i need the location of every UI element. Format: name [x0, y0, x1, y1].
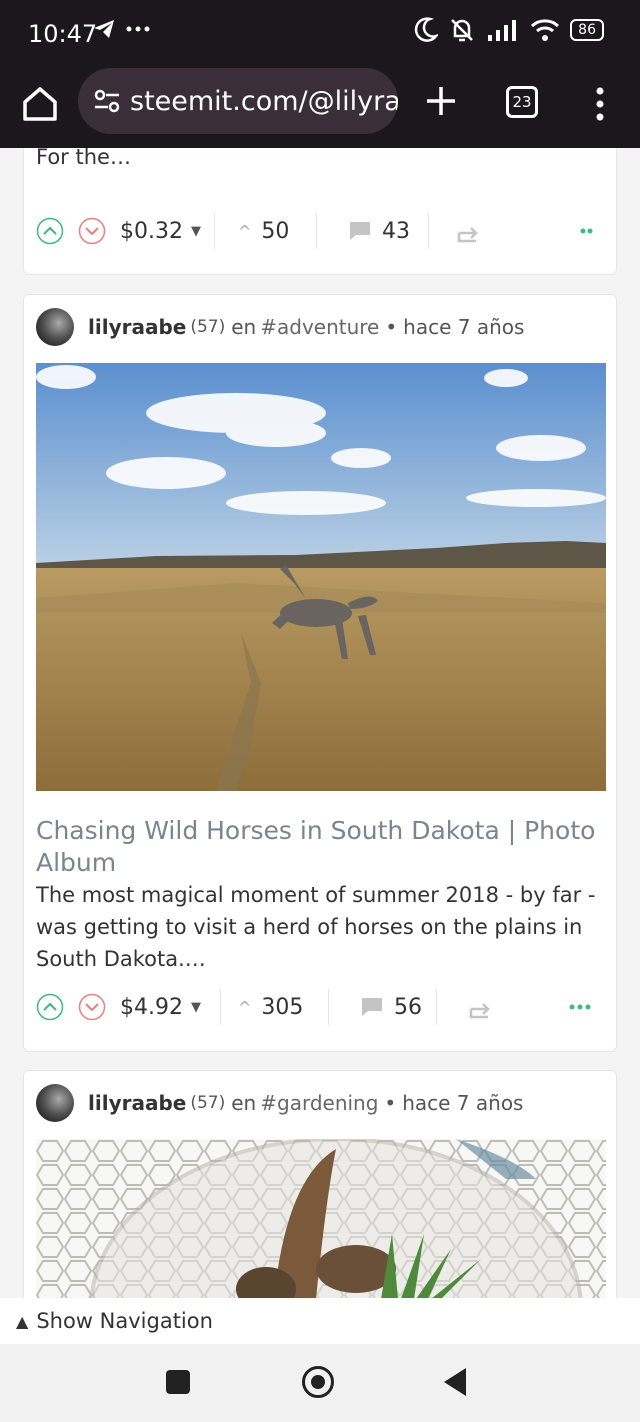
browser-toolbar: steemit.com/@lilyraab 23 — [0, 66, 640, 148]
downvote-icon[interactable] — [78, 987, 106, 1027]
post-excerpt[interactable]: The most magical moment of summer 2018 -… — [36, 879, 601, 975]
moon-icon — [415, 17, 439, 42]
post-author-line: lilyraabe (57) en #gardening • hace 7 añ… — [36, 1083, 523, 1123]
category-tag[interactable]: #gardening — [260, 1091, 378, 1115]
reblog-icon[interactable] — [468, 987, 492, 1027]
voters-button[interactable]: ^ 50 — [238, 211, 289, 251]
url-text[interactable]: steemit.com/@lilyraab — [130, 86, 398, 117]
downvote-icon[interactable] — [78, 211, 106, 251]
author-name[interactable]: lilyraabe — [88, 315, 186, 339]
post-title[interactable]: Chasing Wild Horses in South Dakota | Ph… — [36, 815, 596, 879]
separator-dot: • — [384, 1091, 397, 1115]
status-bar: 10:47 86 — [0, 0, 640, 66]
divider — [220, 989, 221, 1025]
post-author-line: lilyraabe (57) en #adventure • hace 7 añ… — [36, 307, 524, 347]
caret-up-icon: ^ — [238, 221, 252, 241]
triangle-up-icon: ▲ — [16, 1311, 29, 1331]
divider — [428, 213, 429, 249]
author-name[interactable]: lilyraabe — [88, 1091, 186, 1115]
post-feed: have been hearing about the U.S. midterm… — [0, 148, 640, 1298]
more-options-icon[interactable] — [578, 211, 596, 251]
site-settings-icon[interactable] — [92, 86, 122, 116]
new-tab-icon[interactable] — [422, 82, 460, 120]
mute-bell-icon — [451, 19, 474, 42]
home-button-icon[interactable] — [302, 1366, 334, 1398]
post-excerpt[interactable]: have been hearing about the U.S. midterm… — [36, 148, 601, 173]
more-dots-icon — [126, 26, 150, 32]
show-navigation-toggle[interactable]: ▲ Show Navigation — [0, 1298, 640, 1344]
signal-icon — [488, 20, 517, 41]
payout-dropdown[interactable]: $0.32 ▼ — [120, 211, 201, 251]
comment-icon — [350, 222, 370, 240]
avatar[interactable] — [36, 1084, 74, 1122]
upvote-icon[interactable] — [36, 987, 64, 1027]
post-age[interactable]: hace 7 años — [403, 315, 524, 339]
voters-button[interactable]: ^ 305 — [238, 987, 303, 1027]
tabs-icon[interactable]: 23 — [506, 86, 538, 118]
clock: 10:47 — [28, 20, 98, 48]
category-prefix: en — [231, 1091, 257, 1115]
recent-apps-icon[interactable] — [166, 1370, 190, 1394]
post-age[interactable]: hace 7 años — [402, 1091, 523, 1115]
payout-value: $4.92 — [120, 994, 183, 1020]
wifi-icon — [531, 19, 560, 41]
comment-icon — [362, 998, 382, 1016]
back-icon[interactable] — [444, 1368, 466, 1396]
post-actions: $4.92 ▼ ^ 305 56 — [36, 987, 606, 1027]
divider — [214, 213, 215, 249]
post-thumbnail[interactable] — [36, 1139, 606, 1298]
divider — [436, 989, 437, 1025]
upvote-icon[interactable] — [36, 211, 64, 251]
comments-button[interactable]: 43 — [346, 211, 410, 251]
payout-value: $0.32 — [120, 218, 183, 244]
system-navigation-bar — [0, 1344, 640, 1422]
category-tag[interactable]: #adventure — [260, 315, 379, 339]
post-card: lilyraabe (57) en #adventure • hace 7 añ… — [23, 294, 617, 1052]
vote-count: 305 — [261, 994, 304, 1020]
show-navigation-label: Show Navigation — [36, 1309, 213, 1333]
caret-down-icon: ▼ — [190, 223, 201, 239]
reblog-icon[interactable] — [456, 211, 480, 251]
telegram-icon — [94, 20, 114, 38]
menu-icon[interactable] — [592, 86, 608, 122]
avatar[interactable] — [36, 308, 74, 346]
divider — [328, 989, 329, 1025]
separator-dot: • — [385, 315, 398, 339]
payout-dropdown[interactable]: $4.92 ▼ — [120, 987, 201, 1027]
vote-count: 50 — [261, 218, 290, 244]
category-prefix: en — [231, 315, 257, 339]
address-bar[interactable]: steemit.com/@lilyraab — [78, 68, 398, 134]
author-reputation: (57) — [190, 317, 226, 337]
post-card: have been hearing about the U.S. midterm… — [23, 148, 617, 275]
caret-up-icon: ^ — [238, 997, 252, 1017]
post-card: lilyraabe (57) en #gardening • hace 7 añ… — [23, 1070, 617, 1298]
author-reputation: (57) — [190, 1093, 226, 1113]
post-thumbnail[interactable] — [36, 363, 606, 791]
comment-count: 56 — [394, 994, 422, 1020]
more-options-icon[interactable] — [568, 987, 592, 1027]
home-icon[interactable] — [20, 84, 60, 124]
post-actions: $0.32 ▼ ^ 50 43 — [36, 211, 606, 251]
comments-button[interactable]: 56 — [358, 987, 422, 1027]
caret-down-icon: ▼ — [190, 999, 201, 1015]
divider — [316, 213, 317, 249]
comment-count: 43 — [382, 218, 410, 244]
battery-icon: 86 — [570, 19, 604, 41]
